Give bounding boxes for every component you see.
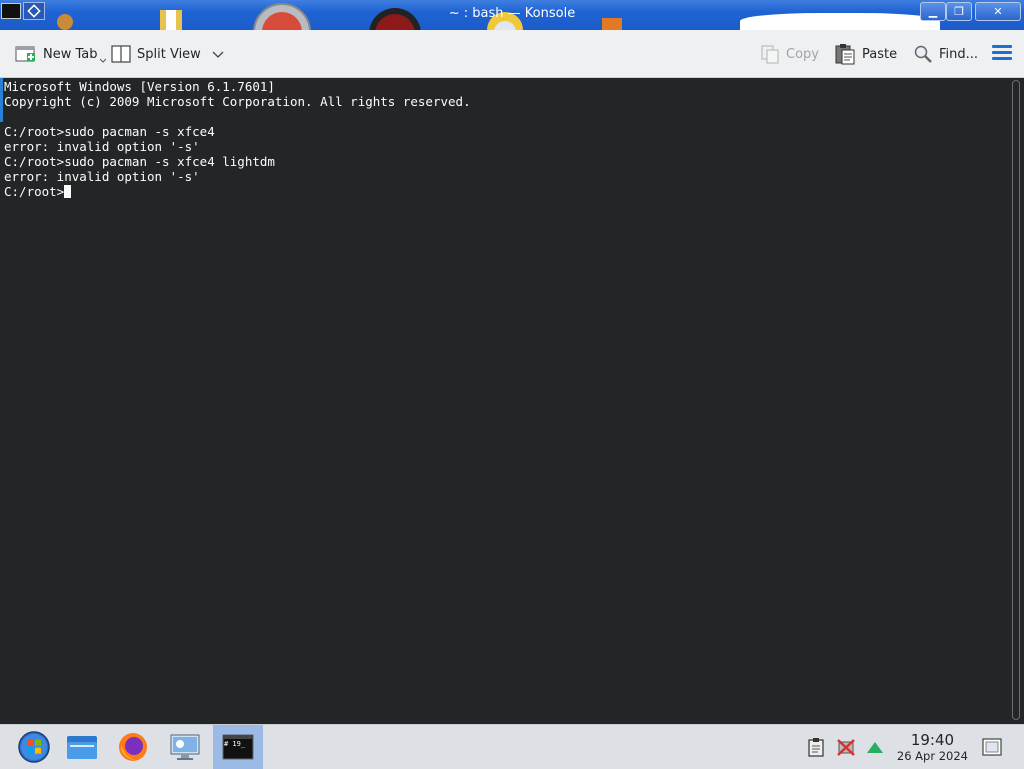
clipboard-tray-icon[interactable] (806, 737, 826, 757)
paste-icon (835, 44, 855, 65)
terminal-line: Microsoft Windows [Version 6.1.7601] (4, 79, 275, 94)
clock-date: 26 Apr 2024 (896, 749, 968, 763)
taskbar-konsole-label: # 19_ (224, 740, 246, 748)
terminal-prompt: C:/root> (4, 184, 65, 199)
title-bar[interactable]: ~ : bash — Konsole ▁ ❐ ✕ (0, 0, 1024, 30)
chevron-down-small-icon (99, 58, 106, 63)
copy-label: Copy (786, 46, 819, 62)
minimize-button[interactable]: ▁ (920, 2, 946, 21)
terminal-line: Copyright (c) 2009 Microsoft Corporation… (4, 94, 471, 109)
split-view-icon (111, 45, 131, 63)
updates-arrow-up-icon[interactable] (865, 737, 885, 757)
firefox-icon (119, 733, 147, 761)
maximize-button[interactable]: ❐ (946, 2, 972, 21)
text-cursor (64, 185, 72, 198)
taskbar: # 19_ 19:40 26 Apr 2024 (0, 724, 1024, 769)
find-label: Find... (939, 46, 979, 62)
close-button[interactable]: ✕ (975, 2, 1021, 21)
new-tab-button[interactable]: New Tab (15, 40, 106, 68)
split-view-button[interactable]: Split View (111, 40, 225, 68)
start-menu-button[interactable] (10, 725, 58, 769)
taskbar-file-manager[interactable] (58, 725, 106, 769)
paste-button[interactable]: Paste (834, 40, 897, 68)
copy-button[interactable]: Copy (760, 40, 819, 68)
find-button[interactable]: Find... (913, 40, 978, 68)
toolbar: New Tab Split View Copy Paste Find... (0, 30, 1024, 78)
start-orb-icon (18, 731, 50, 763)
terminal-output: Microsoft Windows [Version 6.1.7601] Cop… (4, 79, 471, 199)
taskbar-konsole[interactable]: # 19_ (213, 725, 263, 769)
clock-time: 19:40 (910, 731, 955, 749)
taskbar-system-settings[interactable] (161, 725, 209, 769)
settings-monitor-icon (170, 734, 200, 760)
folder-icon (67, 736, 97, 759)
taskbar-firefox[interactable] (109, 725, 157, 769)
terminal-line: C:/root>sudo pacman -s xfce4 lightdm (4, 154, 275, 169)
terminal-line: error: invalid option '-s' (4, 169, 200, 184)
paste-label: Paste (862, 46, 898, 62)
terminal-scrollbar[interactable] (1012, 80, 1020, 720)
search-icon (914, 45, 932, 63)
window-title: ~ : bash — Konsole (448, 6, 576, 21)
terminal-area[interactable]: Microsoft Windows [Version 6.1.7601] Cop… (0, 78, 1024, 724)
copy-icon (761, 45, 779, 64)
split-view-label: Split View (137, 46, 201, 62)
hamburger-menu-icon[interactable] (992, 45, 1012, 61)
show-desktop-icon[interactable] (981, 736, 1003, 758)
chevron-down-icon[interactable] (211, 44, 225, 64)
system-clock[interactable]: 19:40 26 Apr 2024 (897, 732, 968, 764)
terminal-line: error: invalid option '-s' (4, 139, 200, 154)
network-disconnected-icon[interactable] (836, 737, 856, 757)
terminal-line: C:/root>sudo pacman -s xfce4 (4, 124, 215, 139)
terminal-selection-marker (0, 78, 3, 122)
new-tab-label: New Tab (43, 46, 98, 62)
new-tab-icon (15, 46, 35, 62)
